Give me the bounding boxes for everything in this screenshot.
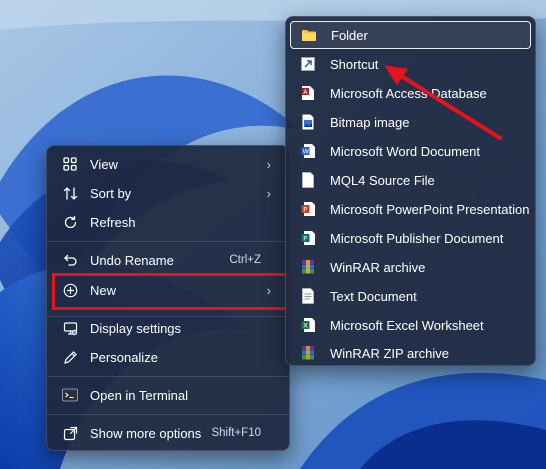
chevron-right-icon: › <box>266 156 271 172</box>
menu-item-label: Open in Terminal <box>90 387 189 403</box>
refresh-icon <box>62 214 78 230</box>
publisher-icon: P <box>300 230 316 246</box>
menu-item-sort-by[interactable]: Sort by › <box>51 179 285 207</box>
undo-icon <box>62 252 78 268</box>
submenu-item-access-database[interactable]: A Microsoft Access Database <box>290 79 531 107</box>
shortcut-label: Shift+F10 <box>211 427 261 439</box>
menu-item-label: Show more options <box>90 425 202 441</box>
submenu-item-shortcut[interactable]: Shortcut <box>290 50 531 78</box>
menu-item-label: View <box>90 156 118 172</box>
submenu-item-folder[interactable]: Folder <box>290 21 531 49</box>
submenu-item-bitmap-image[interactable]: Bitmap image <box>290 108 531 136</box>
submenu-item-label: WinRAR ZIP archive <box>330 345 449 361</box>
new-item-highlight-box <box>52 273 290 310</box>
pen-icon <box>62 349 78 365</box>
submenu-item-label: Microsoft Publisher Document <box>330 230 504 246</box>
submenu-item-word-document[interactable]: W Microsoft Word Document <box>290 137 531 165</box>
menu-separator <box>47 241 289 242</box>
winrar-zip-icon <box>300 345 316 361</box>
menu-item-label: Undo Rename <box>90 252 174 268</box>
submenu-item-label: Microsoft Word Document <box>330 143 481 159</box>
svg-text:P: P <box>303 206 307 214</box>
sort-icon <box>62 185 78 201</box>
submenu-item-label: Text Document <box>330 288 417 304</box>
menu-item-label: Refresh <box>90 214 136 230</box>
submenu-item-label: Folder <box>331 27 368 43</box>
file-icon <box>300 172 316 188</box>
submenu-item-label: MQL4 Source File <box>330 172 435 188</box>
folder-icon <box>301 27 317 43</box>
new-submenu: Folder Shortcut A Microsoft Access Datab… <box>285 16 536 366</box>
excel-icon: X <box>300 317 316 333</box>
svg-text:X: X <box>303 322 308 330</box>
menu-item-show-more-options[interactable]: Show more options Shift+F10 <box>51 419 285 447</box>
submenu-item-label: Microsoft Excel Worksheet <box>330 317 484 333</box>
submenu-item-label: Microsoft Access Database <box>330 85 487 101</box>
svg-text:P: P <box>303 235 307 243</box>
menu-item-personalize[interactable]: Personalize <box>51 343 285 371</box>
chevron-right-icon: › <box>266 185 271 201</box>
submenu-item-publisher-document[interactable]: P Microsoft Publisher Document <box>290 224 531 252</box>
grid-icon <box>62 156 78 172</box>
menu-item-undo-rename[interactable]: Undo Rename Ctrl+Z <box>51 246 285 274</box>
winrar-icon <box>300 259 316 275</box>
shortcut-icon <box>300 56 316 72</box>
menu-separator <box>47 376 289 377</box>
submenu-item-powerpoint-presentation[interactable]: P Microsoft PowerPoint Presentation <box>290 195 531 223</box>
menu-separator <box>47 414 289 415</box>
menu-item-open-in-terminal[interactable]: Open in Terminal <box>51 381 285 409</box>
svg-text:W: W <box>303 148 310 156</box>
menu-item-label: Sort by <box>90 185 132 201</box>
shortcut-label: Ctrl+Z <box>229 254 261 266</box>
menu-item-view[interactable]: View › <box>51 150 285 178</box>
submenu-item-winrar-zip-archive[interactable]: WinRAR ZIP archive <box>290 339 531 367</box>
bitmap-icon <box>300 114 316 130</box>
menu-item-label: Display settings <box>90 320 182 336</box>
menu-item-label: Personalize <box>90 349 158 365</box>
display-icon <box>62 320 78 336</box>
menu-item-display-settings[interactable]: Display settings <box>51 314 285 342</box>
submenu-item-label: Bitmap image <box>330 114 410 130</box>
submenu-item-label: Shortcut <box>330 56 379 72</box>
submenu-item-label: WinRAR archive <box>330 259 426 275</box>
share-icon <box>62 425 78 441</box>
access-icon: A <box>300 85 316 101</box>
submenu-item-text-document[interactable]: Text Document <box>290 282 531 310</box>
submenu-item-winrar-archive[interactable]: WinRAR archive <box>290 253 531 281</box>
submenu-item-excel-worksheet[interactable]: X Microsoft Excel Worksheet <box>290 311 531 339</box>
text-document-icon <box>300 288 316 304</box>
powerpoint-icon: P <box>300 201 316 217</box>
menu-item-refresh[interactable]: Refresh <box>51 208 285 236</box>
terminal-icon <box>62 387 78 403</box>
submenu-item-label: Microsoft PowerPoint Presentation <box>330 201 530 217</box>
submenu-item-mql4-source-file[interactable]: MQL4 Source File <box>290 166 531 194</box>
word-icon: W <box>300 143 316 159</box>
